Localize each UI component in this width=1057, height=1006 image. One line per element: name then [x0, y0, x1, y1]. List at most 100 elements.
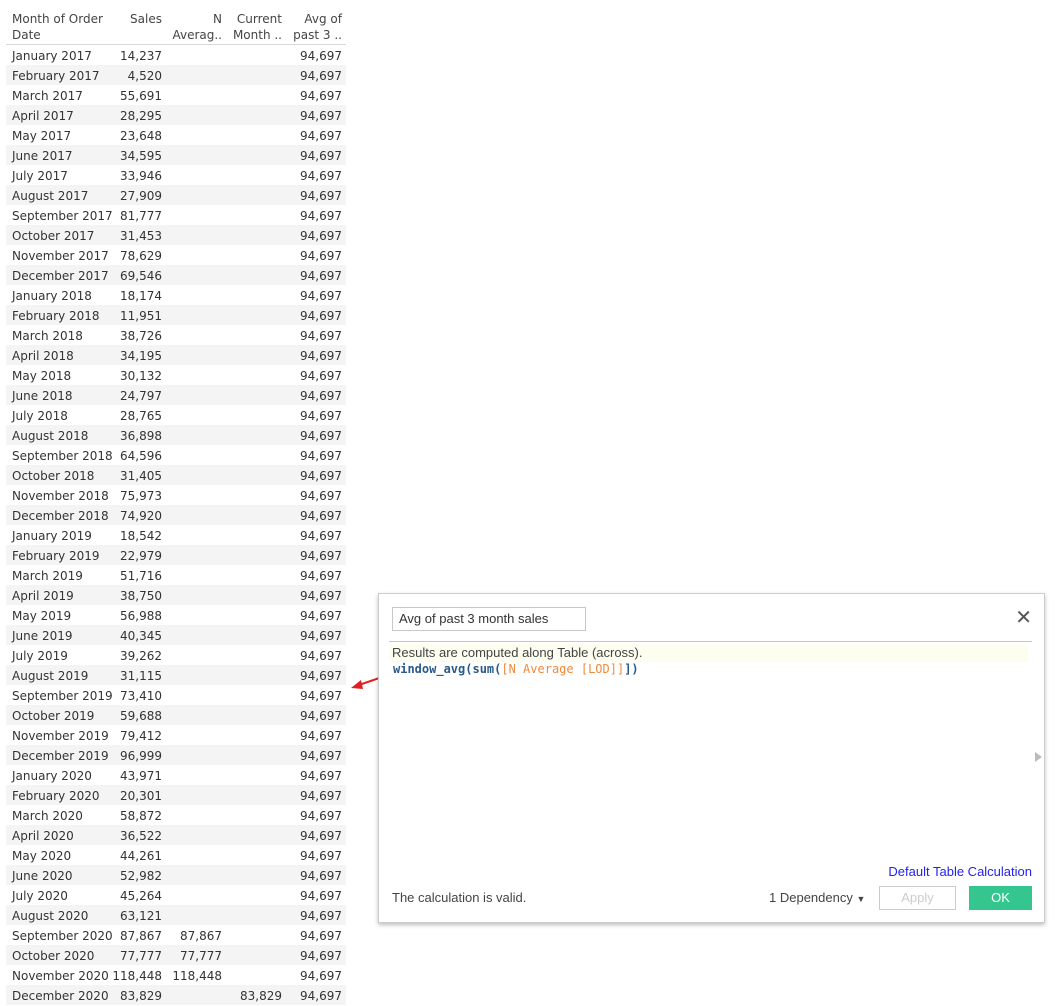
- table-row: December 2017 69,546 94,697: [6, 265, 346, 285]
- cell-month: August 2018: [12, 429, 89, 443]
- cell-month: April 2019: [12, 589, 74, 603]
- table-row: June 2019 40,345 94,697: [6, 625, 346, 645]
- table-row: March 2019 51,716 94,697: [6, 565, 346, 585]
- header-avg-past-3[interactable]: Avg of past 3 ..: [293, 11, 342, 43]
- cell-avg-past-3: 94,697: [300, 49, 342, 63]
- header-current-month[interactable]: Current Month ..: [233, 11, 282, 43]
- cell-avg-past-3: 94,697: [300, 949, 342, 963]
- cell-avg-past-3: 94,697: [300, 229, 342, 243]
- cell-month: April 2017: [12, 109, 74, 123]
- cell-month: March 2019: [12, 569, 83, 583]
- header-month[interactable]: Month of Order Date: [12, 11, 103, 43]
- caret-down-icon: ▼: [856, 894, 866, 904]
- cell-sales: 24,797: [120, 389, 162, 403]
- cell-sales: 77,777: [120, 949, 162, 963]
- close-icon[interactable]: ✕: [1015, 608, 1032, 628]
- cell-month: August 2017: [12, 189, 89, 203]
- cell-avg-past-3: 94,697: [300, 329, 342, 343]
- cell-current-month: 83,829: [240, 989, 282, 1003]
- cell-month: August 2019: [12, 669, 89, 683]
- table-row: December 2018 74,920 94,697: [6, 505, 346, 525]
- cell-avg-past-3: 94,697: [300, 549, 342, 563]
- table-row: October 2019 59,688 94,697: [6, 705, 346, 725]
- table-row: September 2019 73,410 94,697: [6, 685, 346, 705]
- table-row: January 2017 14,237 94,697: [6, 45, 346, 65]
- table-row: May 2019 56,988 94,697: [6, 605, 346, 625]
- cell-sales: 38,750: [120, 589, 162, 603]
- cell-month: September 2020: [12, 929, 113, 943]
- calculation-editor-dialog: Avg of past 3 month sales ✕ Results are …: [378, 593, 1045, 923]
- cell-month: December 2019: [12, 749, 109, 763]
- validation-status: The calculation is valid.: [392, 890, 527, 905]
- cell-month: October 2019: [12, 709, 95, 723]
- cell-month: September 2017: [12, 209, 113, 223]
- cell-sales: 40,345: [120, 629, 162, 643]
- dependency-dropdown[interactable]: 1 Dependency ▼: [769, 890, 865, 905]
- cell-month: November 2020: [12, 969, 109, 983]
- header-n-average[interactable]: N Averag..: [172, 11, 222, 43]
- cell-month: May 2020: [12, 849, 72, 863]
- cell-avg-past-3: 94,697: [300, 869, 342, 883]
- cell-sales: 44,261: [120, 849, 162, 863]
- ok-button[interactable]: OK: [969, 886, 1032, 910]
- cell-month: January 2020: [12, 769, 92, 783]
- table-row: July 2020 45,264 94,697: [6, 885, 346, 905]
- data-table: Month of Order Date Sales N Averag.. Cur…: [6, 8, 346, 1005]
- cell-month: October 2018: [12, 469, 95, 483]
- expand-arrow-icon[interactable]: [1035, 752, 1042, 762]
- cell-avg-past-3: 94,697: [300, 909, 342, 923]
- cell-sales: 18,542: [120, 529, 162, 543]
- cell-avg-past-3: 94,697: [300, 689, 342, 703]
- cell-avg-past-3: 94,697: [300, 209, 342, 223]
- table-row: August 2020 63,121 94,697: [6, 905, 346, 925]
- cell-avg-past-3: 94,697: [300, 989, 342, 1003]
- cell-avg-past-3: 94,697: [300, 409, 342, 423]
- header-sales[interactable]: Sales: [130, 11, 162, 27]
- cell-avg-past-3: 94,697: [300, 809, 342, 823]
- cell-sales: 39,262: [120, 649, 162, 663]
- cell-month: June 2017: [12, 149, 73, 163]
- table-row: December 2020 83,829 83,829 94,697: [6, 985, 346, 1005]
- formula-editor[interactable]: window_avg(sum([N Average [LOD]]]): [393, 662, 639, 676]
- cell-sales: 22,979: [120, 549, 162, 563]
- cell-avg-past-3: 94,697: [300, 489, 342, 503]
- cell-sales: 118,448: [112, 969, 162, 983]
- cell-sales: 96,999: [120, 749, 162, 763]
- cell-sales: 20,301: [120, 789, 162, 803]
- cell-sales: 34,195: [120, 349, 162, 363]
- table-row: August 2017 27,909 94,697: [6, 185, 346, 205]
- table-row: November 2019 79,412 94,697: [6, 725, 346, 745]
- table-row: May 2020 44,261 94,697: [6, 845, 346, 865]
- cell-month: February 2019: [12, 549, 100, 563]
- calculation-name-input[interactable]: Avg of past 3 month sales: [392, 607, 586, 631]
- table-row: January 2018 18,174 94,697: [6, 285, 346, 305]
- table-row: December 2019 96,999 94,697: [6, 745, 346, 765]
- cell-avg-past-3: 94,697: [300, 529, 342, 543]
- cell-month: January 2017: [12, 49, 92, 63]
- cell-month: November 2019: [12, 729, 109, 743]
- cell-month: March 2017: [12, 89, 83, 103]
- cell-sales: 14,237: [120, 49, 162, 63]
- table-row: November 2018 75,973 94,697: [6, 485, 346, 505]
- default-table-calculation-link[interactable]: Default Table Calculation: [888, 864, 1032, 879]
- cell-month: February 2017: [12, 69, 100, 83]
- cell-avg-past-3: 94,697: [300, 629, 342, 643]
- cell-sales: 74,920: [120, 509, 162, 523]
- table-row: May 2017 23,648 94,697: [6, 125, 346, 145]
- cell-sales: 56,988: [120, 609, 162, 623]
- cell-avg-past-3: 94,697: [300, 169, 342, 183]
- table-row: April 2020 36,522 94,697: [6, 825, 346, 845]
- cell-month: January 2018: [12, 289, 92, 303]
- cell-avg-past-3: 94,697: [300, 449, 342, 463]
- formula-function: window_avg(sum(: [393, 662, 502, 676]
- cell-sales: 45,264: [120, 889, 162, 903]
- cell-avg-past-3: 94,697: [300, 769, 342, 783]
- cell-avg-past-3: 94,697: [300, 89, 342, 103]
- formula-field: [N Average [LOD]]: [501, 662, 625, 676]
- apply-button[interactable]: Apply: [879, 886, 956, 910]
- formula-end: ]): [624, 662, 639, 676]
- table-row: January 2020 43,971 94,697: [6, 765, 346, 785]
- cell-month: September 2019: [12, 689, 113, 703]
- cell-month: October 2020: [12, 949, 95, 963]
- cell-sales: 23,648: [120, 129, 162, 143]
